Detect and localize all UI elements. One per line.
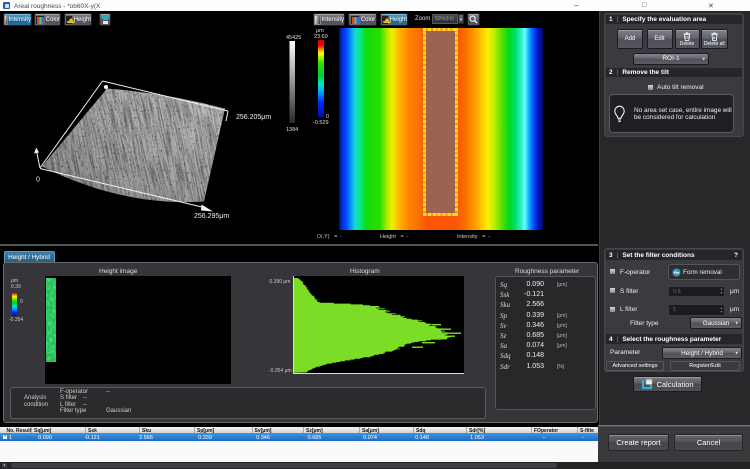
svg-text:45425: 45425 — [286, 35, 301, 41]
svg-text:0: 0 — [36, 177, 40, 184]
svg-text:1384: 1384 — [286, 127, 298, 133]
svg-text:256.295μm: 256.295μm — [194, 213, 229, 220]
svg-text:256.205μm: 256.205μm — [236, 114, 271, 121]
